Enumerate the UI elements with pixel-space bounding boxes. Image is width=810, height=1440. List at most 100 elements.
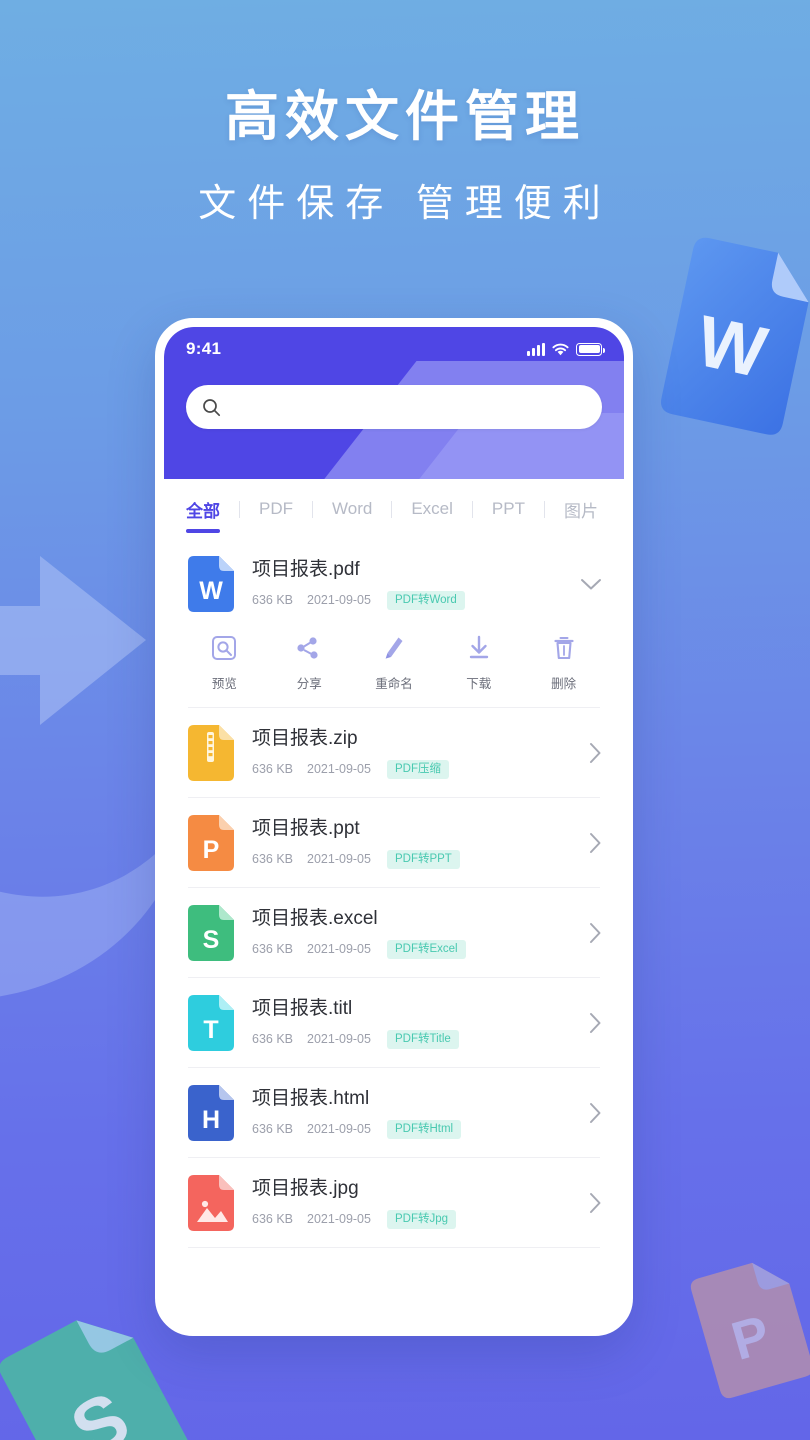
status-bar: 9:41 (164, 327, 624, 371)
file-size: 636 KB (252, 852, 294, 867)
tab-separator (312, 500, 313, 518)
battery-icon (576, 342, 605, 356)
tab-Word[interactable]: Word (330, 499, 374, 519)
file-size: 636 KB (252, 1212, 294, 1227)
poster-canvas: W P S 高效文件管理 文件保存 管理便利 9:41 全部 PDF Word … (0, 0, 810, 1440)
rename-pencil-icon (381, 635, 407, 666)
tab-Excel[interactable]: Excel (409, 499, 455, 519)
action-分享[interactable]: 分享 (267, 635, 352, 692)
zip-file-icon (188, 725, 234, 781)
filter-tabs: 全部 PDF Word Excel PPT 图片 (164, 479, 624, 539)
file-convert-badge: PDF转Word (386, 591, 465, 610)
file-name: 项目报表.pdf (252, 559, 360, 581)
file-convert-badge: PDF转Excel (386, 940, 466, 959)
file-date: 2021-09-05 (307, 593, 371, 608)
file-size: 636 KB (252, 1122, 294, 1137)
tab-separator (471, 500, 473, 518)
file-row[interactable]: P 项目报表.ppt 636 KB 2021-09-05 PDF转PPT (164, 798, 624, 888)
ppt-doc-float-icon: P (690, 1262, 810, 1399)
svg-text:S: S (203, 926, 220, 954)
svg-text:H: H (202, 1106, 220, 1134)
signal-bars-icon (527, 342, 545, 356)
file-convert-badge: PDF转Html (386, 1120, 462, 1139)
file-size: 636 KB (252, 593, 294, 608)
file-size: 636 KB (252, 1032, 294, 1047)
file-action-bar: 预览 分享 重命名 下载 删除 (164, 629, 624, 708)
file-name: 项目报表.titl (252, 998, 353, 1020)
html-file-icon: H (188, 1085, 234, 1141)
phone-mockup: 9:41 全部 PDF Word Excel PPT 图片 W 项目报表.pdf… (155, 318, 633, 1336)
word-doc-float-icon: W (661, 237, 809, 435)
tab-separator (239, 500, 240, 518)
tab-PDF[interactable]: PDF (257, 499, 295, 519)
title-file-icon: T (188, 995, 234, 1051)
svg-text:T: T (203, 1016, 218, 1044)
file-size: 636 KB (252, 942, 294, 957)
search-icon (203, 398, 221, 416)
delete-trash-icon (551, 635, 577, 666)
tab-PPT[interactable]: PPT (490, 499, 527, 519)
image-file-icon (188, 1175, 234, 1231)
svg-text:S: S (58, 1375, 143, 1440)
file-convert-badge: PDF转Title (386, 1030, 459, 1049)
file-convert-badge: PDF转Jpg (386, 1210, 457, 1229)
tab-separator (543, 500, 545, 518)
download-icon (466, 635, 492, 666)
chevron-right-icon[interactable] (576, 832, 602, 854)
svg-text:W: W (199, 577, 223, 605)
svg-text:P: P (725, 1304, 776, 1372)
share-icon (296, 635, 322, 666)
file-row[interactable]: S 项目报表.excel 636 KB 2021-09-05 PDF转Excel (164, 888, 624, 978)
chevron-right-icon[interactable] (576, 1192, 602, 1214)
svg-text:W: W (690, 301, 773, 393)
chevron-right-icon[interactable] (576, 1012, 602, 1034)
chevron-down-icon[interactable] (576, 578, 602, 591)
file-row[interactable]: T 项目报表.titl 636 KB 2021-09-05 PDF转Title (164, 978, 624, 1068)
page-title: 高效文件管理 (225, 87, 585, 147)
tab-全部[interactable]: 全部 (184, 497, 222, 522)
file-row[interactable]: W 项目报表.pdf 636 KB 2021-09-05 PDF转Word (164, 539, 624, 629)
list-fade-overlay (164, 1301, 624, 1327)
file-list: W 项目报表.pdf 636 KB 2021-09-05 PDF转Word 预览… (164, 539, 624, 1248)
search-bar[interactable] (186, 385, 602, 429)
chevron-right-icon[interactable] (576, 742, 602, 764)
preview-icon (211, 635, 237, 666)
file-name: 项目报表.html (252, 1088, 370, 1110)
arrow-right-icon (0, 556, 146, 725)
svg-text:P: P (203, 836, 220, 864)
file-size: 636 KB (252, 762, 294, 777)
chevron-right-icon[interactable] (576, 1102, 602, 1124)
action-label: 分享 (296, 677, 322, 691)
file-name: 项目报表.jpg (252, 1178, 359, 1200)
tab-separator (391, 500, 393, 518)
action-预览[interactable]: 预览 (182, 635, 267, 692)
wifi-icon (552, 343, 569, 355)
file-row[interactable]: H 项目报表.html 636 KB 2021-09-05 PDF转Html (164, 1068, 624, 1158)
file-date: 2021-09-05 (307, 942, 371, 957)
tab-图片[interactable]: 图片 (562, 497, 600, 522)
file-row[interactable]: 项目报表.zip 636 KB 2021-09-05 PDF压缩 (164, 708, 624, 798)
action-下载[interactable]: 下载 (436, 635, 521, 692)
excel-file-icon: S (188, 905, 234, 961)
app-header: 9:41 (164, 327, 624, 479)
action-label: 下载 (466, 677, 492, 691)
action-删除[interactable]: 删除 (521, 635, 606, 692)
file-date: 2021-09-05 (307, 762, 371, 777)
file-row[interactable]: 项目报表.jpg 636 KB 2021-09-05 PDF转Jpg (164, 1158, 624, 1248)
file-name: 项目报表.zip (252, 728, 358, 750)
action-label: 删除 (551, 677, 577, 691)
headline-block: 高效文件管理 文件保存 管理便利 (0, 86, 810, 227)
action-重命名[interactable]: 重命名 (352, 635, 437, 692)
file-date: 2021-09-05 (307, 1212, 371, 1227)
action-label: 重命名 (375, 677, 413, 691)
action-label: 预览 (211, 677, 237, 691)
file-name: 项目报表.excel (252, 908, 378, 930)
file-name: 项目报表.ppt (252, 818, 360, 840)
search-input[interactable] (231, 398, 586, 416)
page-subtitle: 文件保存 管理便利 (198, 183, 612, 226)
file-date: 2021-09-05 (307, 1032, 371, 1047)
file-convert-badge: PDF转PPT (386, 850, 460, 869)
file-convert-badge: PDF压缩 (386, 760, 449, 779)
file-date: 2021-09-05 (307, 852, 371, 867)
chevron-right-icon[interactable] (576, 922, 602, 944)
